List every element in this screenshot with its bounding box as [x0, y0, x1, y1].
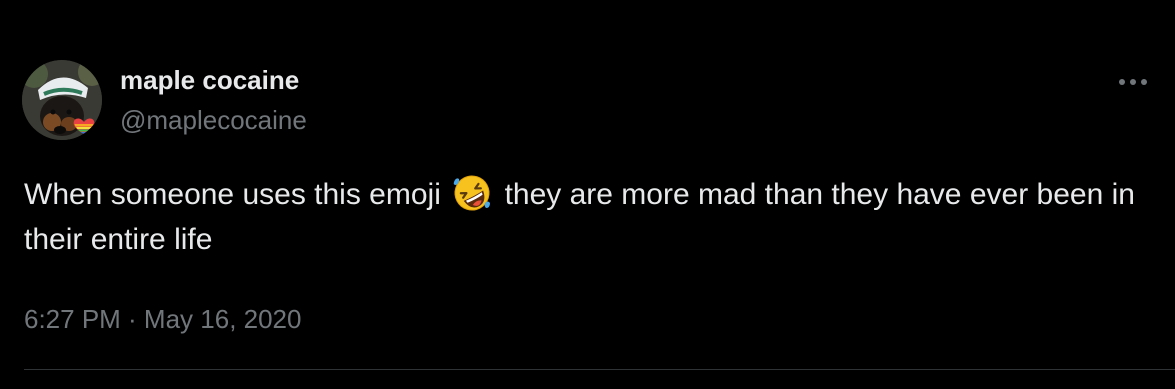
- divider: [24, 369, 1175, 370]
- tweet-text: When someone uses this emoji they are mo…: [24, 172, 1144, 262]
- more-horizontal-icon: [1119, 79, 1147, 85]
- author-info: maple cocaine @maplecocaine: [120, 64, 307, 136]
- tweet: maple cocaine @maplecocaine When someone…: [0, 0, 1175, 389]
- author-display-name[interactable]: maple cocaine: [120, 64, 307, 96]
- rolling-on-floor-laughing-emoji: [453, 175, 491, 211]
- tweet-timestamp[interactable]: 6:27 PM · May 16, 2020: [24, 302, 301, 336]
- author-handle[interactable]: @maplecocaine: [120, 104, 307, 136]
- avatar-image: [22, 60, 102, 140]
- more-options-button[interactable]: [1113, 70, 1153, 94]
- tweet-text-part1: When someone uses this emoji: [24, 178, 441, 211]
- avatar[interactable]: [22, 60, 102, 140]
